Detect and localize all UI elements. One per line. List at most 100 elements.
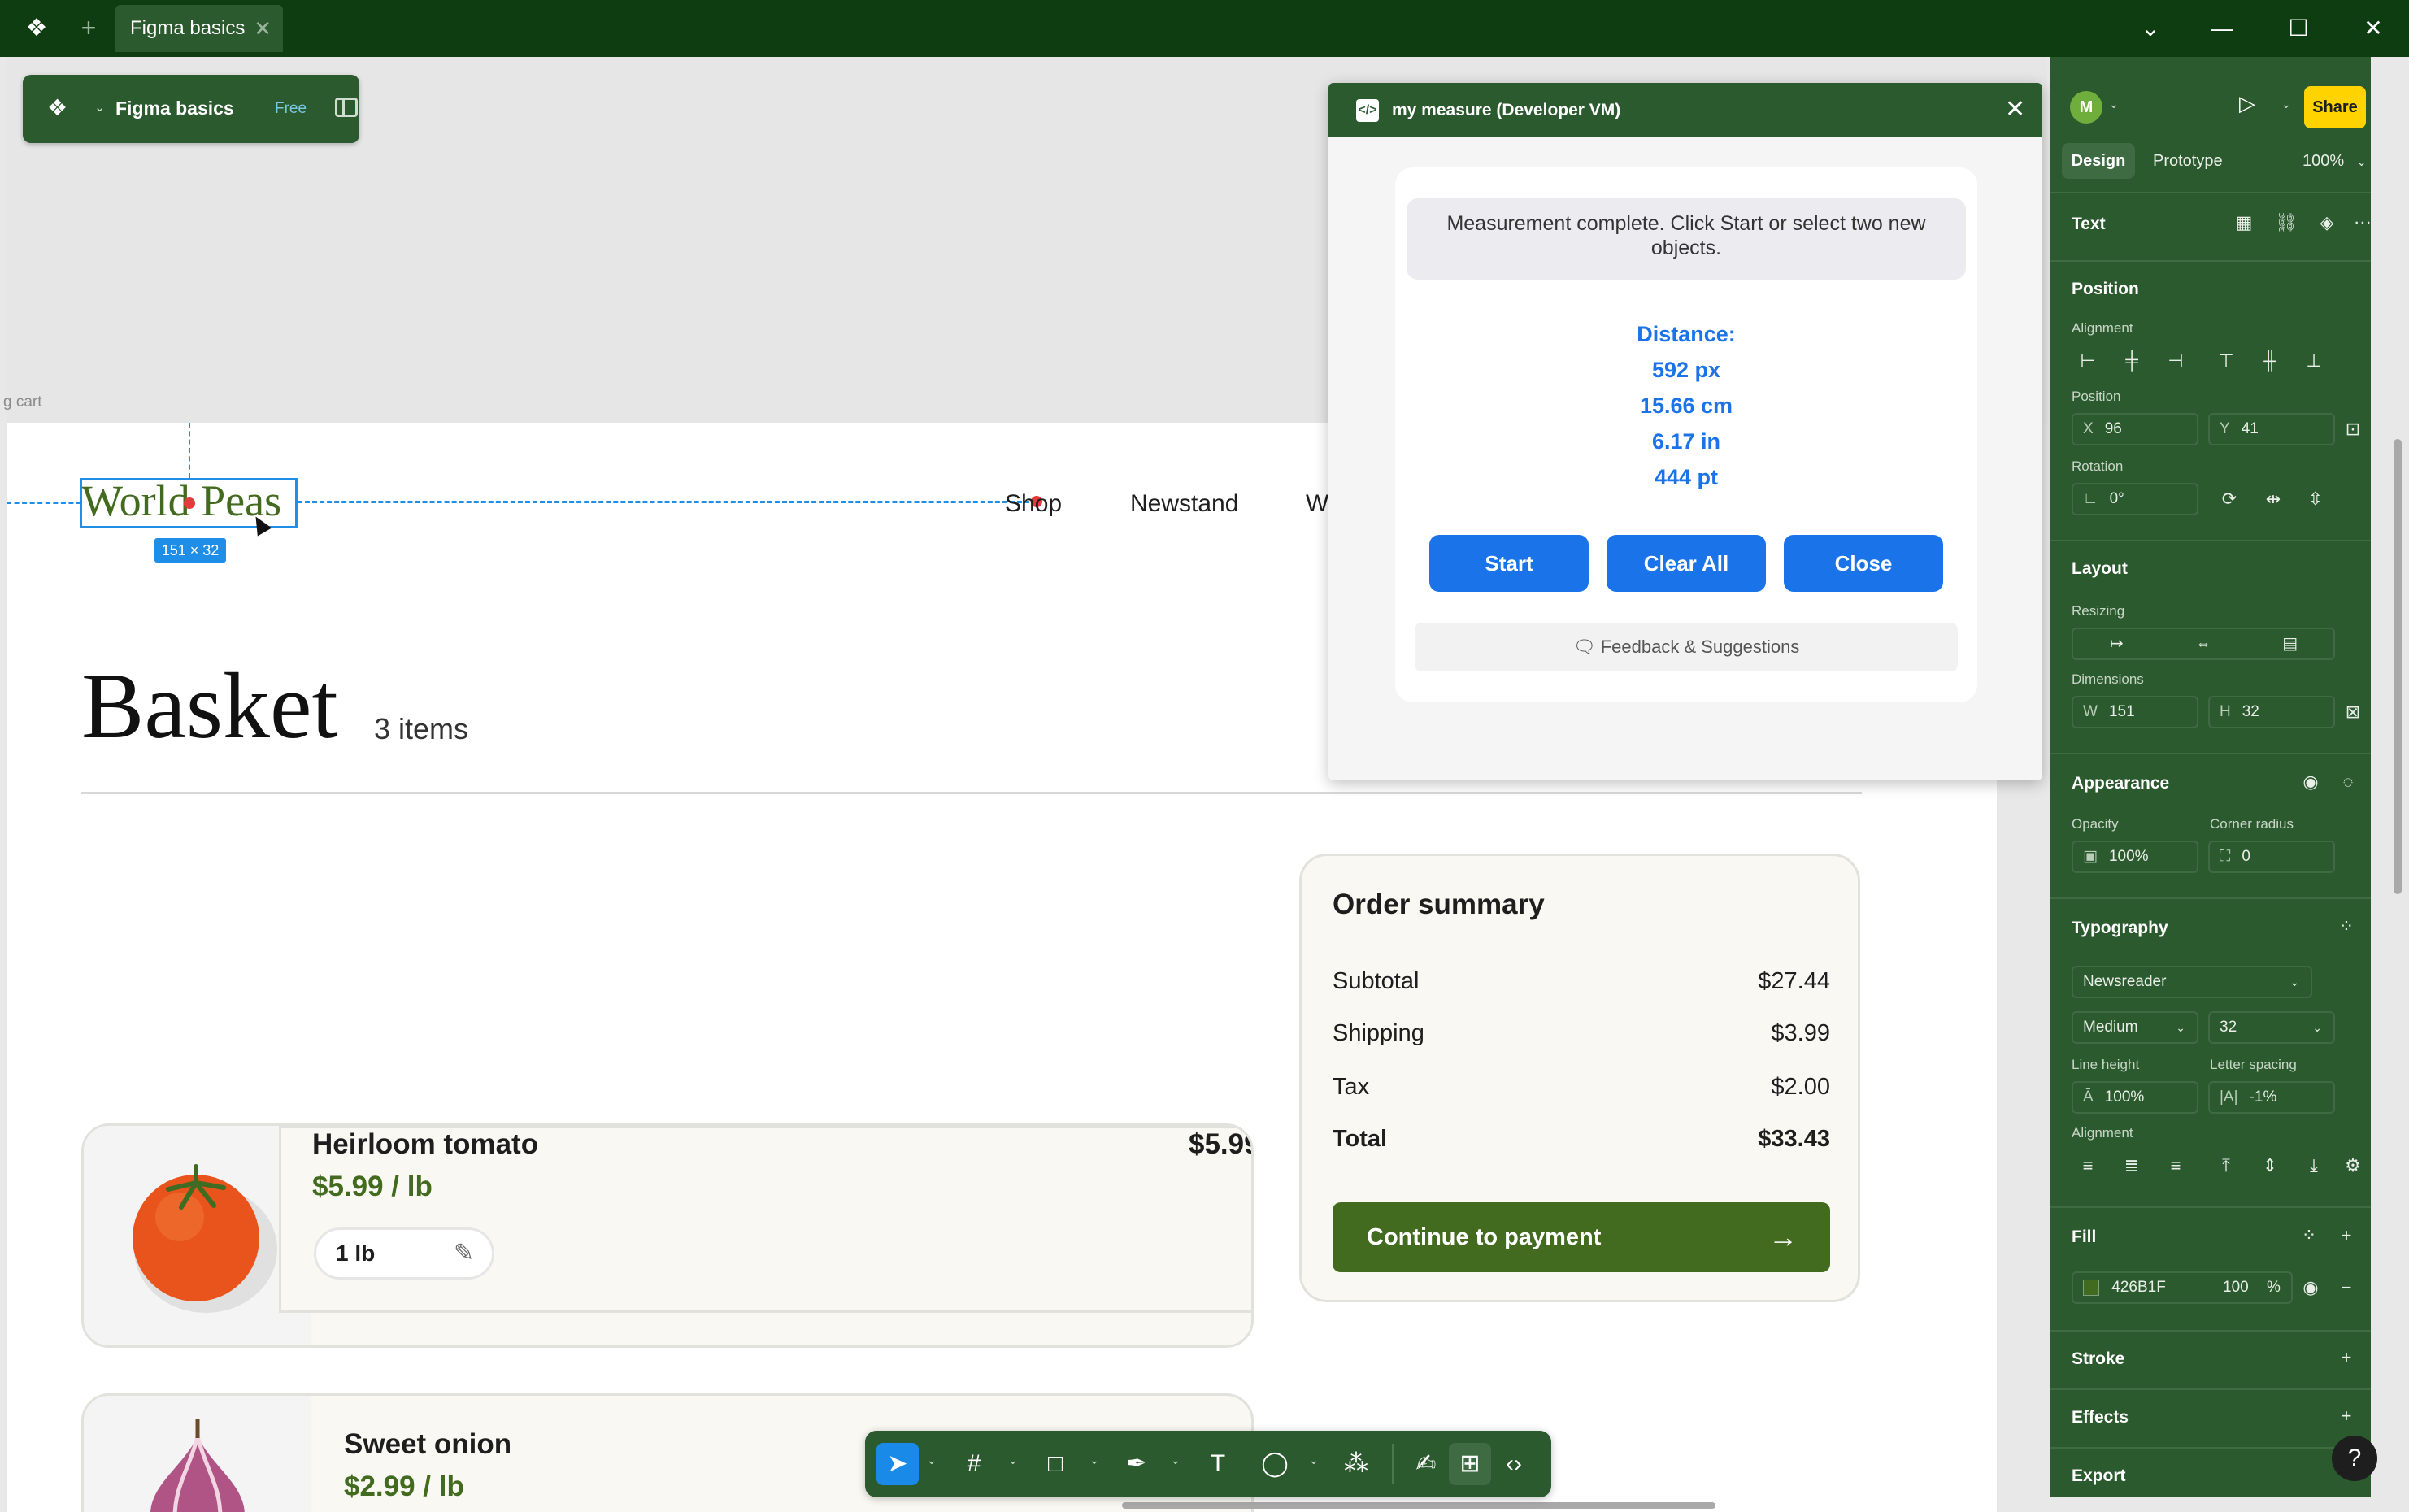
product-price[interactable]: $5.99 xyxy=(1189,1128,1251,1161)
quantity-field[interactable]: 1 lb ✎ xyxy=(314,1227,494,1280)
nav-shop[interactable]: Shop xyxy=(1005,488,1062,520)
dev-mode-icon[interactable]: ‹› xyxy=(1493,1443,1535,1485)
product-name[interactable]: Heirloom tomato xyxy=(312,1128,538,1161)
fixed-size-icon[interactable]: ▤ xyxy=(2246,629,2333,658)
flip-horizontal-icon[interactable]: ⇹ xyxy=(2257,483,2289,515)
chevron-down-icon[interactable]: ⌄ xyxy=(2109,98,2119,111)
nav-more[interactable]: W xyxy=(1306,488,1328,520)
minimize-button[interactable]: — xyxy=(2205,11,2239,46)
rotation-input[interactable]: ∟ 0° xyxy=(2072,483,2198,515)
frame-tool-icon[interactable]: # xyxy=(953,1443,995,1485)
text-align-top-icon[interactable]: ⤒ xyxy=(2210,1149,2242,1182)
chevron-down-icon[interactable]: ⌄ xyxy=(1171,1453,1181,1467)
remove-fill-icon[interactable]: − xyxy=(2330,1271,2363,1304)
grid-icon[interactable]: ▦ xyxy=(2228,206,2260,239)
tab-figma-basics[interactable]: Figma basics ✕ xyxy=(115,5,283,52)
link-icon[interactable]: ⛓ xyxy=(2270,206,2302,239)
add-stroke-icon[interactable]: + xyxy=(2330,1341,2363,1374)
text-align-right-icon[interactable]: ≡ xyxy=(2159,1149,2192,1182)
rotate-icon[interactable]: ⟳ xyxy=(2213,483,2246,515)
nav-newstand[interactable]: Newstand xyxy=(1130,488,1238,520)
text-align-bottom-icon[interactable]: ⤓ xyxy=(2298,1149,2330,1182)
vertical-scrollbar[interactable] xyxy=(2394,439,2402,894)
product-name[interactable]: Sweet onion xyxy=(344,1428,511,1461)
auto-width-icon[interactable]: ↦ xyxy=(2073,629,2160,658)
lock-ratio-icon[interactable]: ⊠ xyxy=(2337,696,2369,728)
letter-spacing-input[interactable]: |A| -1% xyxy=(2208,1081,2335,1114)
font-weight-select[interactable]: Medium ⌄ xyxy=(2072,1011,2198,1044)
flip-vertical-icon[interactable]: ⇳ xyxy=(2299,483,2332,515)
close-tab-icon[interactable]: ✕ xyxy=(254,5,272,52)
new-tab-button[interactable]: + xyxy=(76,11,101,44)
text-align-center-icon[interactable]: ≣ xyxy=(2115,1149,2148,1182)
align-left-icon[interactable]: ⊢ xyxy=(2072,345,2104,377)
zoom-dropdown[interactable]: 100% ⌄ xyxy=(2302,143,2366,180)
file-name[interactable]: Figma basics xyxy=(115,96,234,120)
constraints-icon[interactable]: ⊡ xyxy=(2337,413,2369,445)
comment-tool-icon[interactable]: ◯ xyxy=(1254,1443,1296,1485)
start-button[interactable]: Start xyxy=(1429,535,1589,592)
align-middle-v-icon[interactable]: ╫ xyxy=(2254,345,2286,377)
tab-design[interactable]: Design xyxy=(2062,143,2135,179)
frame-label[interactable]: g cart xyxy=(3,393,42,411)
color-swatch[interactable] xyxy=(2083,1279,2099,1296)
text-align-middle-icon[interactable]: ⇕ xyxy=(2254,1149,2286,1182)
plugin-tool-icon[interactable]: ⊞ xyxy=(1449,1443,1491,1485)
chevron-down-icon[interactable]: ⌄ xyxy=(94,99,105,115)
chevron-down-icon[interactable]: ⌄ xyxy=(1309,1453,1319,1467)
items-count[interactable]: 3 items xyxy=(374,712,468,746)
y-position-input[interactable]: Y 41 xyxy=(2208,413,2335,445)
product-image[interactable] xyxy=(84,1126,311,1345)
pen-tool-icon[interactable]: ✒ xyxy=(1115,1443,1158,1485)
corner-radius-input[interactable]: ⛶ 0 xyxy=(2208,841,2335,873)
continue-to-payment-button[interactable]: Continue to payment → xyxy=(1333,1202,1830,1272)
close-icon[interactable]: ✕ xyxy=(2005,96,2025,124)
text-align-left-icon[interactable]: ≡ xyxy=(2072,1149,2104,1182)
align-bottom-icon[interactable]: ⊥ xyxy=(2298,345,2330,377)
height-input[interactable]: H 32 xyxy=(2208,696,2335,728)
file-badge[interactable]: ❖ ⌄ Figma basics Free xyxy=(23,75,359,143)
chevron-down-icon[interactable]: ⌄ xyxy=(1008,1453,1018,1467)
product-unit-price[interactable]: $5.99 / lb xyxy=(312,1171,433,1203)
present-play-icon[interactable]: ▷ xyxy=(2239,91,2255,116)
align-right-icon[interactable]: ⊣ xyxy=(2159,345,2192,377)
measure-plugin-window[interactable]: </> my measure (Developer VM) ✕ Measurem… xyxy=(1328,83,2042,780)
chevron-down-icon[interactable]: ⌄ xyxy=(2133,11,2168,46)
text-tool-icon[interactable]: T xyxy=(1197,1443,1239,1485)
add-effect-icon[interactable]: + xyxy=(2330,1400,2363,1432)
assets-tool-icon[interactable]: ⁂ xyxy=(1335,1443,1377,1485)
x-position-input[interactable]: X 96 xyxy=(2072,413,2198,445)
chevron-down-icon[interactable]: ⌄ xyxy=(1089,1453,1099,1467)
text-styles-icon[interactable]: ⁘ xyxy=(2330,910,2363,943)
avatar[interactable]: M xyxy=(2070,91,2102,124)
chevron-down-icon[interactable]: ⌄ xyxy=(2281,98,2291,111)
help-button[interactable]: ? xyxy=(2332,1436,2377,1481)
horizontal-scrollbar[interactable] xyxy=(1122,1502,1715,1509)
feedback-link[interactable]: 🗨 Feedback & Suggestions xyxy=(1415,623,1958,671)
align-center-h-icon[interactable]: ╪ xyxy=(2115,345,2148,377)
component-icon[interactable]: ◈ xyxy=(2311,206,2343,239)
width-input[interactable]: W 151 xyxy=(2072,696,2198,728)
more-icon[interactable]: ⋯ xyxy=(2346,206,2379,239)
auto-height-icon[interactable]: ⇔ xyxy=(2160,629,2247,658)
product-unit-price[interactable]: $2.99 / lb xyxy=(344,1471,464,1503)
figma-menu-icon[interactable]: ❖ xyxy=(21,13,52,44)
page-title[interactable]: Basket xyxy=(81,654,338,759)
fill-color-input[interactable]: 426B1F 100 % xyxy=(2072,1271,2293,1304)
type-settings-icon[interactable]: ⚙ xyxy=(2337,1149,2369,1182)
font-family-select[interactable]: Newsreader ⌄ xyxy=(2072,966,2312,998)
pencil-icon[interactable]: ✎ xyxy=(454,1230,474,1277)
fill-styles-icon[interactable]: ⁘ xyxy=(2293,1219,2325,1252)
blend-drop-icon[interactable]: ◌ xyxy=(2332,766,2364,798)
product-image[interactable] xyxy=(84,1396,311,1512)
resizing-control[interactable]: ↦ ⇔ ▤ xyxy=(2072,628,2335,660)
close-window-button[interactable]: ✕ xyxy=(2356,11,2390,46)
draw-tool-icon[interactable]: ✍ xyxy=(1405,1443,1447,1485)
figma-logo-icon[interactable]: ❖ xyxy=(47,96,67,120)
chevron-down-icon[interactable]: ⌄ xyxy=(927,1453,937,1467)
product-details[interactable]: Heirloom tomato $5.99 / lb $5.99 1 lb ✎ xyxy=(279,1126,1251,1313)
opacity-input[interactable]: ▣ 100% xyxy=(2072,841,2198,873)
maximize-button[interactable]: ☐ xyxy=(2281,11,2316,46)
sidebar-toggle-icon[interactable] xyxy=(335,98,358,117)
clear-all-button[interactable]: Clear All xyxy=(1607,535,1766,592)
